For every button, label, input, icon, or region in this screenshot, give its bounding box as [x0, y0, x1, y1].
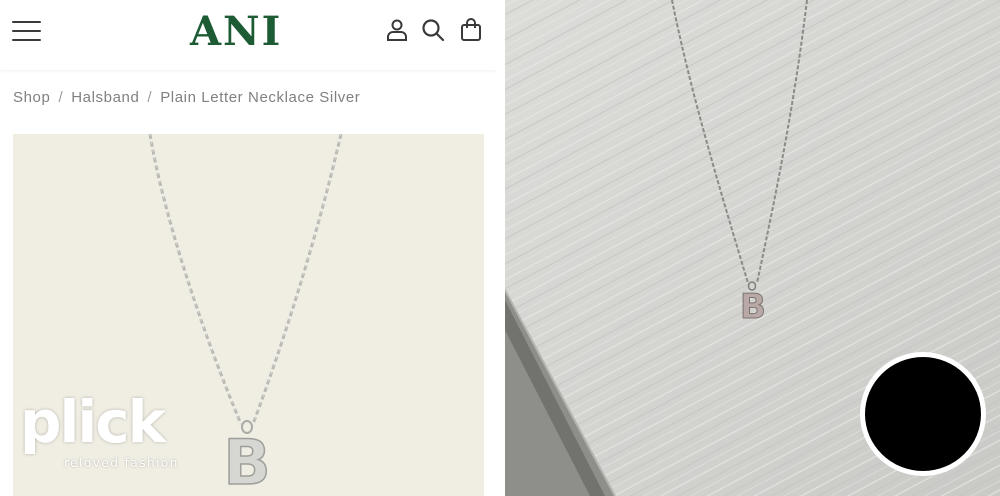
shopping-bag-icon[interactable]	[458, 17, 484, 43]
breadcrumb-halsband[interactable]: Halsband	[71, 89, 139, 106]
store-header: ANI	[0, 0, 497, 70]
store-screenshot: ANI Shop / Halsband / Plain Letter Necklace …	[0, 0, 497, 496]
photo-pendant-letter: B	[740, 287, 766, 327]
breadcrumb-shop[interactable]: Shop	[13, 89, 50, 106]
search-icon[interactable]	[420, 17, 446, 43]
pendant-letter: B	[223, 426, 270, 496]
watermark-tagline: reloved fashion	[64, 456, 179, 470]
watermark-logo: plick	[20, 388, 166, 456]
store-logo[interactable]: ANI	[190, 8, 310, 56]
breadcrumb-separator: /	[58, 89, 64, 106]
breadcrumb: Shop / Halsband / Plain Letter Necklace Silv…	[13, 89, 360, 106]
breadcrumb-current-product: Plain Letter Necklace Silver	[160, 89, 361, 106]
plick-watermark: plick reloved fashion	[20, 390, 195, 480]
breadcrumb-separator: /	[147, 89, 153, 106]
account-icon[interactable]	[384, 17, 410, 43]
menu-icon[interactable]	[12, 18, 42, 44]
record-button[interactable]	[860, 352, 986, 476]
